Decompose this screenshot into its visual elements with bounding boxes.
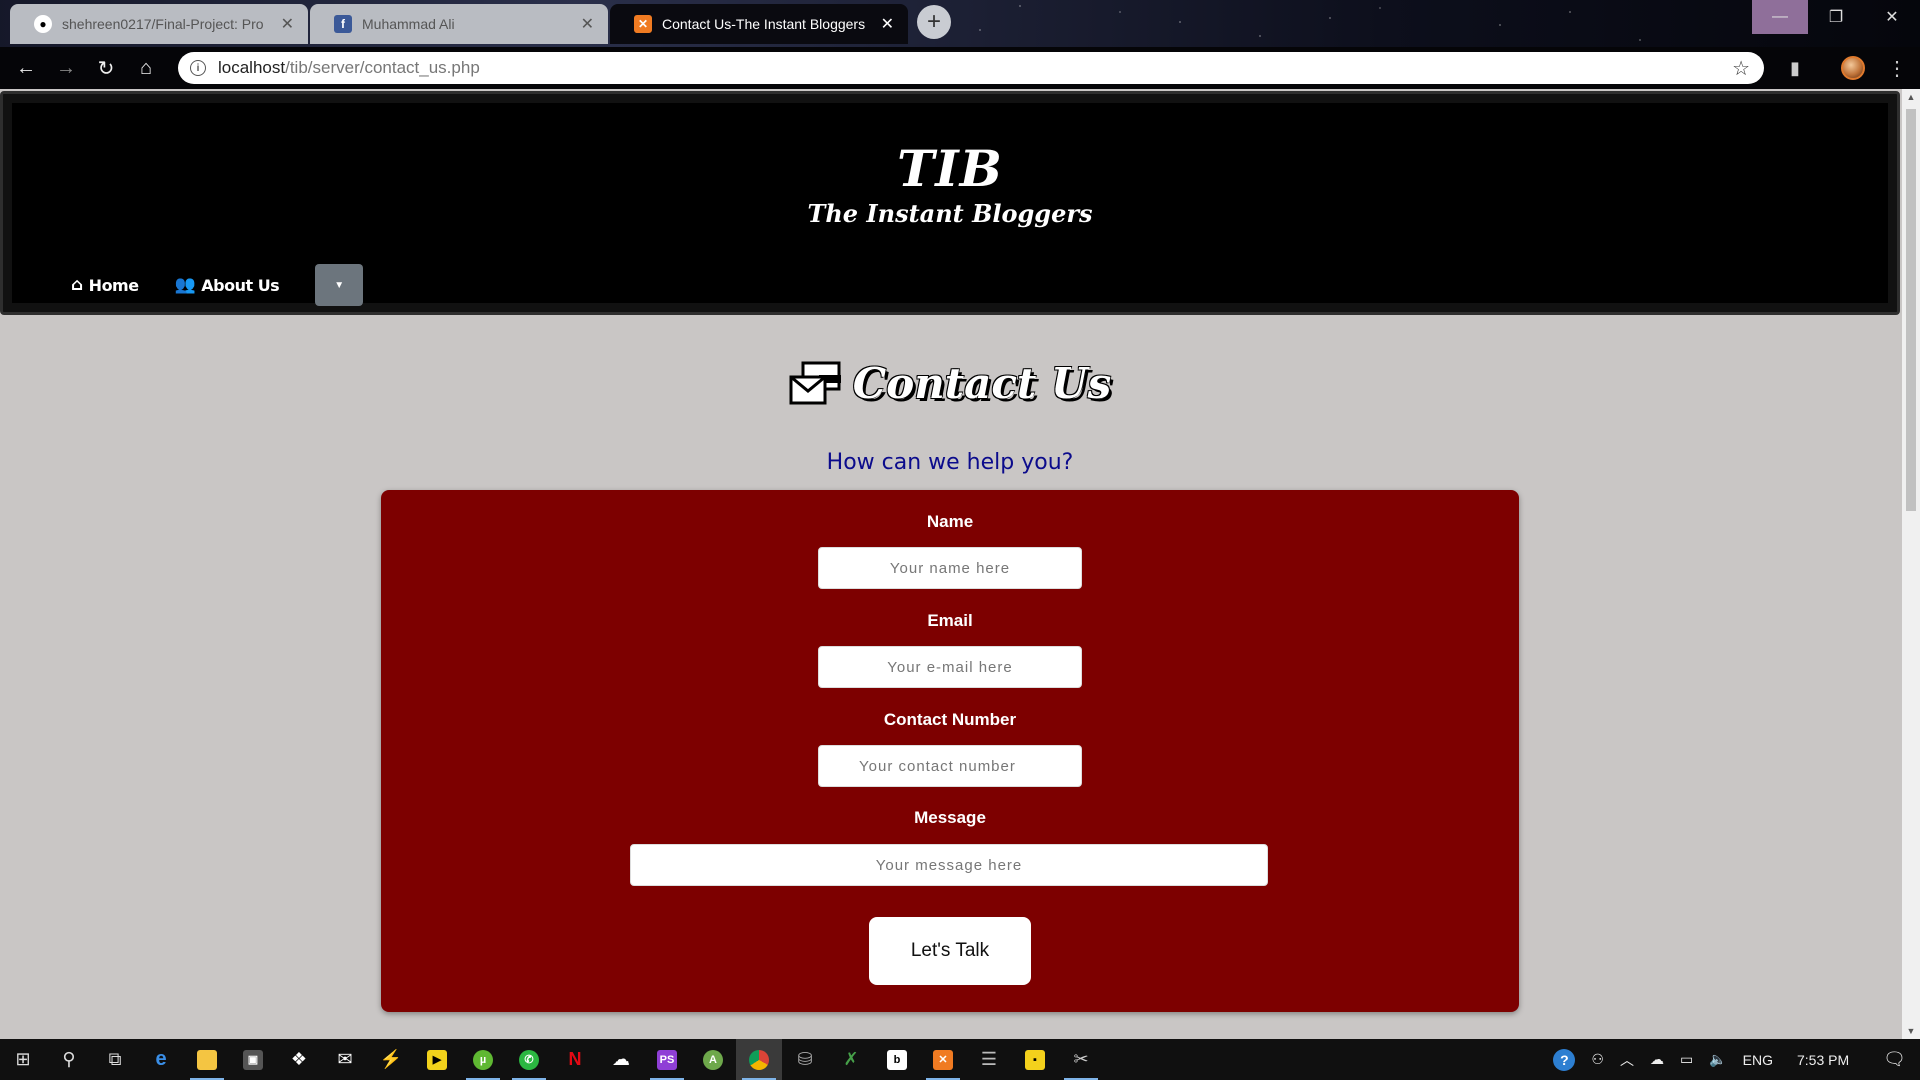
chevron-up-icon[interactable]: ︿ <box>1620 1050 1634 1070</box>
utorrent-icon[interactable]: µ <box>460 1039 506 1080</box>
contact-subtitle: How can we help you? <box>826 450 1074 475</box>
message-input[interactable] <box>630 844 1268 886</box>
site-info-icon[interactable]: i <box>190 60 206 76</box>
close-icon[interactable]: ✕ <box>581 14 594 34</box>
action-center-icon[interactable]: 🗨 <box>1883 1049 1906 1070</box>
new-tab-button[interactable]: + <box>917 5 951 39</box>
media-player-icon[interactable]: ▶ <box>414 1039 460 1080</box>
lets-talk-button[interactable]: Let's Talk <box>869 917 1031 985</box>
edge-icon[interactable]: e <box>138 1039 184 1080</box>
users-icon: 👥 <box>174 275 196 295</box>
network-app-icon[interactable]: ⛁ <box>782 1039 828 1080</box>
email-input[interactable] <box>818 646 1082 688</box>
nav-home[interactable]: ⌂ Home <box>71 275 139 295</box>
envelopes-icon <box>789 361 841 404</box>
brand-tagline: The Instant Bloggers <box>807 199 1093 228</box>
contact-form: Name Email Contact Number Message Let's … <box>381 490 1519 1012</box>
message-label: Message <box>914 808 986 827</box>
nav-home-label: Home <box>88 275 139 295</box>
volume-icon[interactable]: 🔈 <box>1709 1051 1726 1068</box>
browser-toolbar: ← → ↻ ⌂ i localhost /tib/server/contact_… <box>0 47 1920 89</box>
email-label: Email <box>927 611 973 630</box>
system-tray: ? ⚇ ︿ ☁ ▭ 🔈 ENG 7:53 PM 🗨 <box>1545 1039 1920 1080</box>
home-button-icon[interactable]: ⌂ <box>126 48 166 88</box>
tab-title: Muhammad Ali <box>362 16 455 32</box>
battery-icon[interactable]: ▭ <box>1680 1051 1693 1068</box>
forward-icon[interactable]: → <box>46 48 86 88</box>
file-explorer-icon[interactable] <box>184 1039 230 1080</box>
scroll-down-icon[interactable]: ▼ <box>1902 1023 1920 1039</box>
snipping-tool-icon[interactable]: ✂ <box>1058 1039 1104 1080</box>
name-label: Name <box>926 512 974 531</box>
xampp-icon: ✕ <box>634 15 652 33</box>
dropbox-icon[interactable]: ❖ <box>276 1039 322 1080</box>
back-icon[interactable]: ← <box>6 48 46 88</box>
people-icon[interactable]: ⚇ <box>1591 1051 1604 1068</box>
clock[interactable]: 7:53 PM <box>1797 1052 1849 1068</box>
database-icon[interactable]: ☰ <box>966 1039 1012 1080</box>
site-header: TIB The Instant Bloggers ⌂ Home 👥 About … <box>0 91 1900 315</box>
language-indicator[interactable]: ENG <box>1743 1052 1773 1068</box>
caret-down-icon: ▼ <box>334 279 345 291</box>
contact-heading: Contact Us <box>0 359 1900 408</box>
page-viewport: TIB The Instant Bloggers ⌂ Home 👥 About … <box>0 89 1920 1039</box>
soundcloud-icon[interactable]: ☁ <box>598 1039 644 1080</box>
name-input[interactable] <box>818 547 1082 589</box>
profile-avatar[interactable] <box>1836 51 1870 85</box>
nav-about-label: About Us <box>201 275 280 295</box>
url-host: localhost <box>218 58 286 77</box>
page-scrollbar[interactable]: ▲ ▼ <box>1902 89 1920 1039</box>
brand-logo: TIB <box>897 139 1003 198</box>
minimize-button[interactable]: — <box>1752 0 1808 34</box>
onedrive-icon[interactable]: ☁ <box>1650 1051 1664 1068</box>
tab-github[interactable]: ● shehreen0217/Final-Project: Pro ✕ <box>10 4 308 44</box>
bookmark-star-icon[interactable]: ☆ <box>1732 56 1750 81</box>
phpstorm-icon[interactable]: PS <box>644 1039 690 1080</box>
main-nav: ⌂ Home 👥 About Us ▼ <box>71 264 364 306</box>
mail-icon[interactable]: ✉ <box>322 1039 368 1080</box>
contact-number-input[interactable] <box>818 745 1082 787</box>
restore-button[interactable]: ❐ <box>1808 0 1864 34</box>
whatsapp-icon[interactable]: ✆ <box>506 1039 552 1080</box>
scrollbar-thumb[interactable] <box>1906 109 1916 511</box>
close-window-button[interactable]: ✕ <box>1864 0 1920 34</box>
android-studio-icon[interactable]: A <box>690 1039 736 1080</box>
menu-kebab-icon[interactable]: ⋮ <box>1880 51 1914 85</box>
address-bar[interactable]: i localhost /tib/server/contact_us.php ☆ <box>178 52 1764 84</box>
contact-title: Contact Us <box>852 359 1112 408</box>
home-icon: ⌂ <box>71 275 83 295</box>
xampp-taskbar-icon[interactable]: ✕ <box>920 1039 966 1080</box>
task-view-icon[interactable]: ⧉ <box>92 1039 138 1080</box>
extension-icon[interactable]: ▮ <box>1778 51 1812 85</box>
netflix-icon[interactable]: N <box>552 1039 598 1080</box>
help-icon[interactable]: ? <box>1553 1048 1576 1071</box>
tab-title: Contact Us-The Instant Bloggers <box>662 16 866 32</box>
vscode-icon[interactable]: ⚡ <box>368 1039 414 1080</box>
windows-taskbar: ⊞ ⚲ ⧉ e ▣ ❖ ✉ ⚡ ▶ µ ✆ N ☁ PS A ⛁ ✗ b ✕ ☰… <box>0 1039 1920 1080</box>
browser-tab-strip: ● shehreen0217/Final-Project: Pro ✕ f Mu… <box>0 0 1920 47</box>
url-path: /tib/server/contact_us.php <box>285 58 480 77</box>
tab-title: shehreen0217/Final-Project: Pro <box>62 16 264 32</box>
chrome-icon[interactable] <box>736 1039 782 1080</box>
close-icon[interactable]: ✕ <box>881 14 894 34</box>
close-icon[interactable]: ✕ <box>281 14 294 34</box>
excel-like-icon[interactable]: ✗ <box>828 1039 874 1080</box>
facebook-icon: f <box>334 15 352 33</box>
github-icon: ● <box>34 15 52 33</box>
nav-about-us[interactable]: 👥 About Us <box>175 275 280 295</box>
windows-start-icon[interactable]: ⊞ <box>0 1039 46 1080</box>
reload-icon[interactable]: ↻ <box>86 48 126 88</box>
contact-number-label: Contact Number <box>883 710 1017 729</box>
tab-facebook[interactable]: f Muhammad Ali ✕ <box>310 4 608 44</box>
tab-contact-us[interactable]: ✕ Contact Us-The Instant Bloggers ✕ <box>610 4 908 44</box>
b-app-icon[interactable]: b <box>874 1039 920 1080</box>
sticky-notes-icon[interactable]: ▪ <box>1012 1039 1058 1080</box>
search-icon[interactable]: ⚲ <box>46 1039 92 1080</box>
scroll-up-icon[interactable]: ▲ <box>1902 89 1920 105</box>
store-icon[interactable]: ▣ <box>230 1039 276 1080</box>
nav-dropdown-toggle[interactable]: ▼ <box>315 264 364 306</box>
